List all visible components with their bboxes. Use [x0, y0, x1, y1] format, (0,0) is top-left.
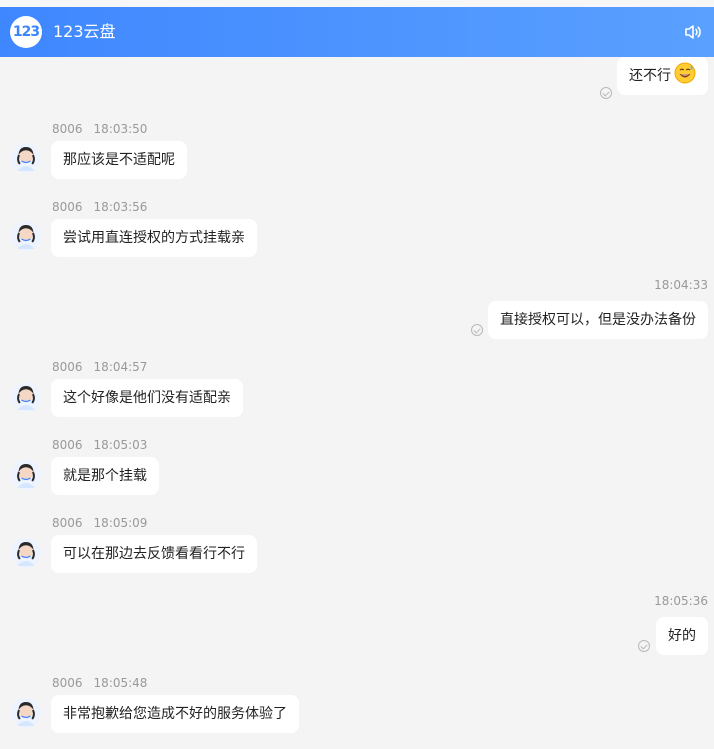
agent-avatar: [11, 538, 41, 568]
message-meta: 8006 18:04:57: [52, 360, 148, 374]
agent-avatar: [11, 460, 41, 490]
sweat-smile-emoji-icon: [674, 62, 696, 84]
speaker-icon[interactable]: [683, 22, 703, 42]
message-meta: 8006 18:05:03: [52, 438, 148, 452]
agent-message-bubble: 可以在那边去反馈看看行不行: [51, 535, 257, 573]
page-title: 123云盘: [53, 22, 116, 41]
message-meta: 8006 18:03:50: [52, 122, 148, 136]
message-meta: 8006 18:03:56: [52, 200, 148, 214]
message-meta: 8006 18:05:09: [52, 516, 148, 530]
agent-message-bubble: 尝试用直连授权的方式挂载亲: [51, 219, 257, 257]
top-strip: [0, 0, 714, 7]
message-time: 18:05:36: [654, 594, 708, 608]
agent-message-bubble: 这个好像是他们没有适配亲: [51, 379, 243, 417]
agent-avatar: [11, 143, 41, 173]
user-message-bubble: 直接授权可以，但是没办法备份: [488, 301, 708, 339]
agent-message-bubble: 那应该是不适配呢: [51, 141, 187, 179]
read-receipt-icon: [600, 87, 612, 99]
chat-header: 123 123云盘: [0, 7, 714, 57]
agent-message-bubble: 就是那个挂载: [51, 457, 159, 495]
read-receipt-icon: [638, 640, 650, 652]
message-meta: 8006 18:05:48: [52, 676, 148, 690]
cloud-drive-logo-icon: 123: [10, 16, 42, 48]
chat-message-area[interactable]: 还不行 800618:03:50 那应该是不适配呢 800618:03:56: [0, 57, 714, 749]
agent-avatar: [11, 382, 41, 412]
read-receipt-icon: [471, 324, 483, 336]
agent-avatar: [11, 221, 41, 251]
user-message-bubble: 好的: [656, 617, 708, 655]
message-time: 18:04:33: [654, 278, 708, 292]
agent-message-bubble: 非常抱歉给您造成不好的服务体验了: [51, 695, 299, 733]
agent-avatar: [11, 698, 41, 728]
